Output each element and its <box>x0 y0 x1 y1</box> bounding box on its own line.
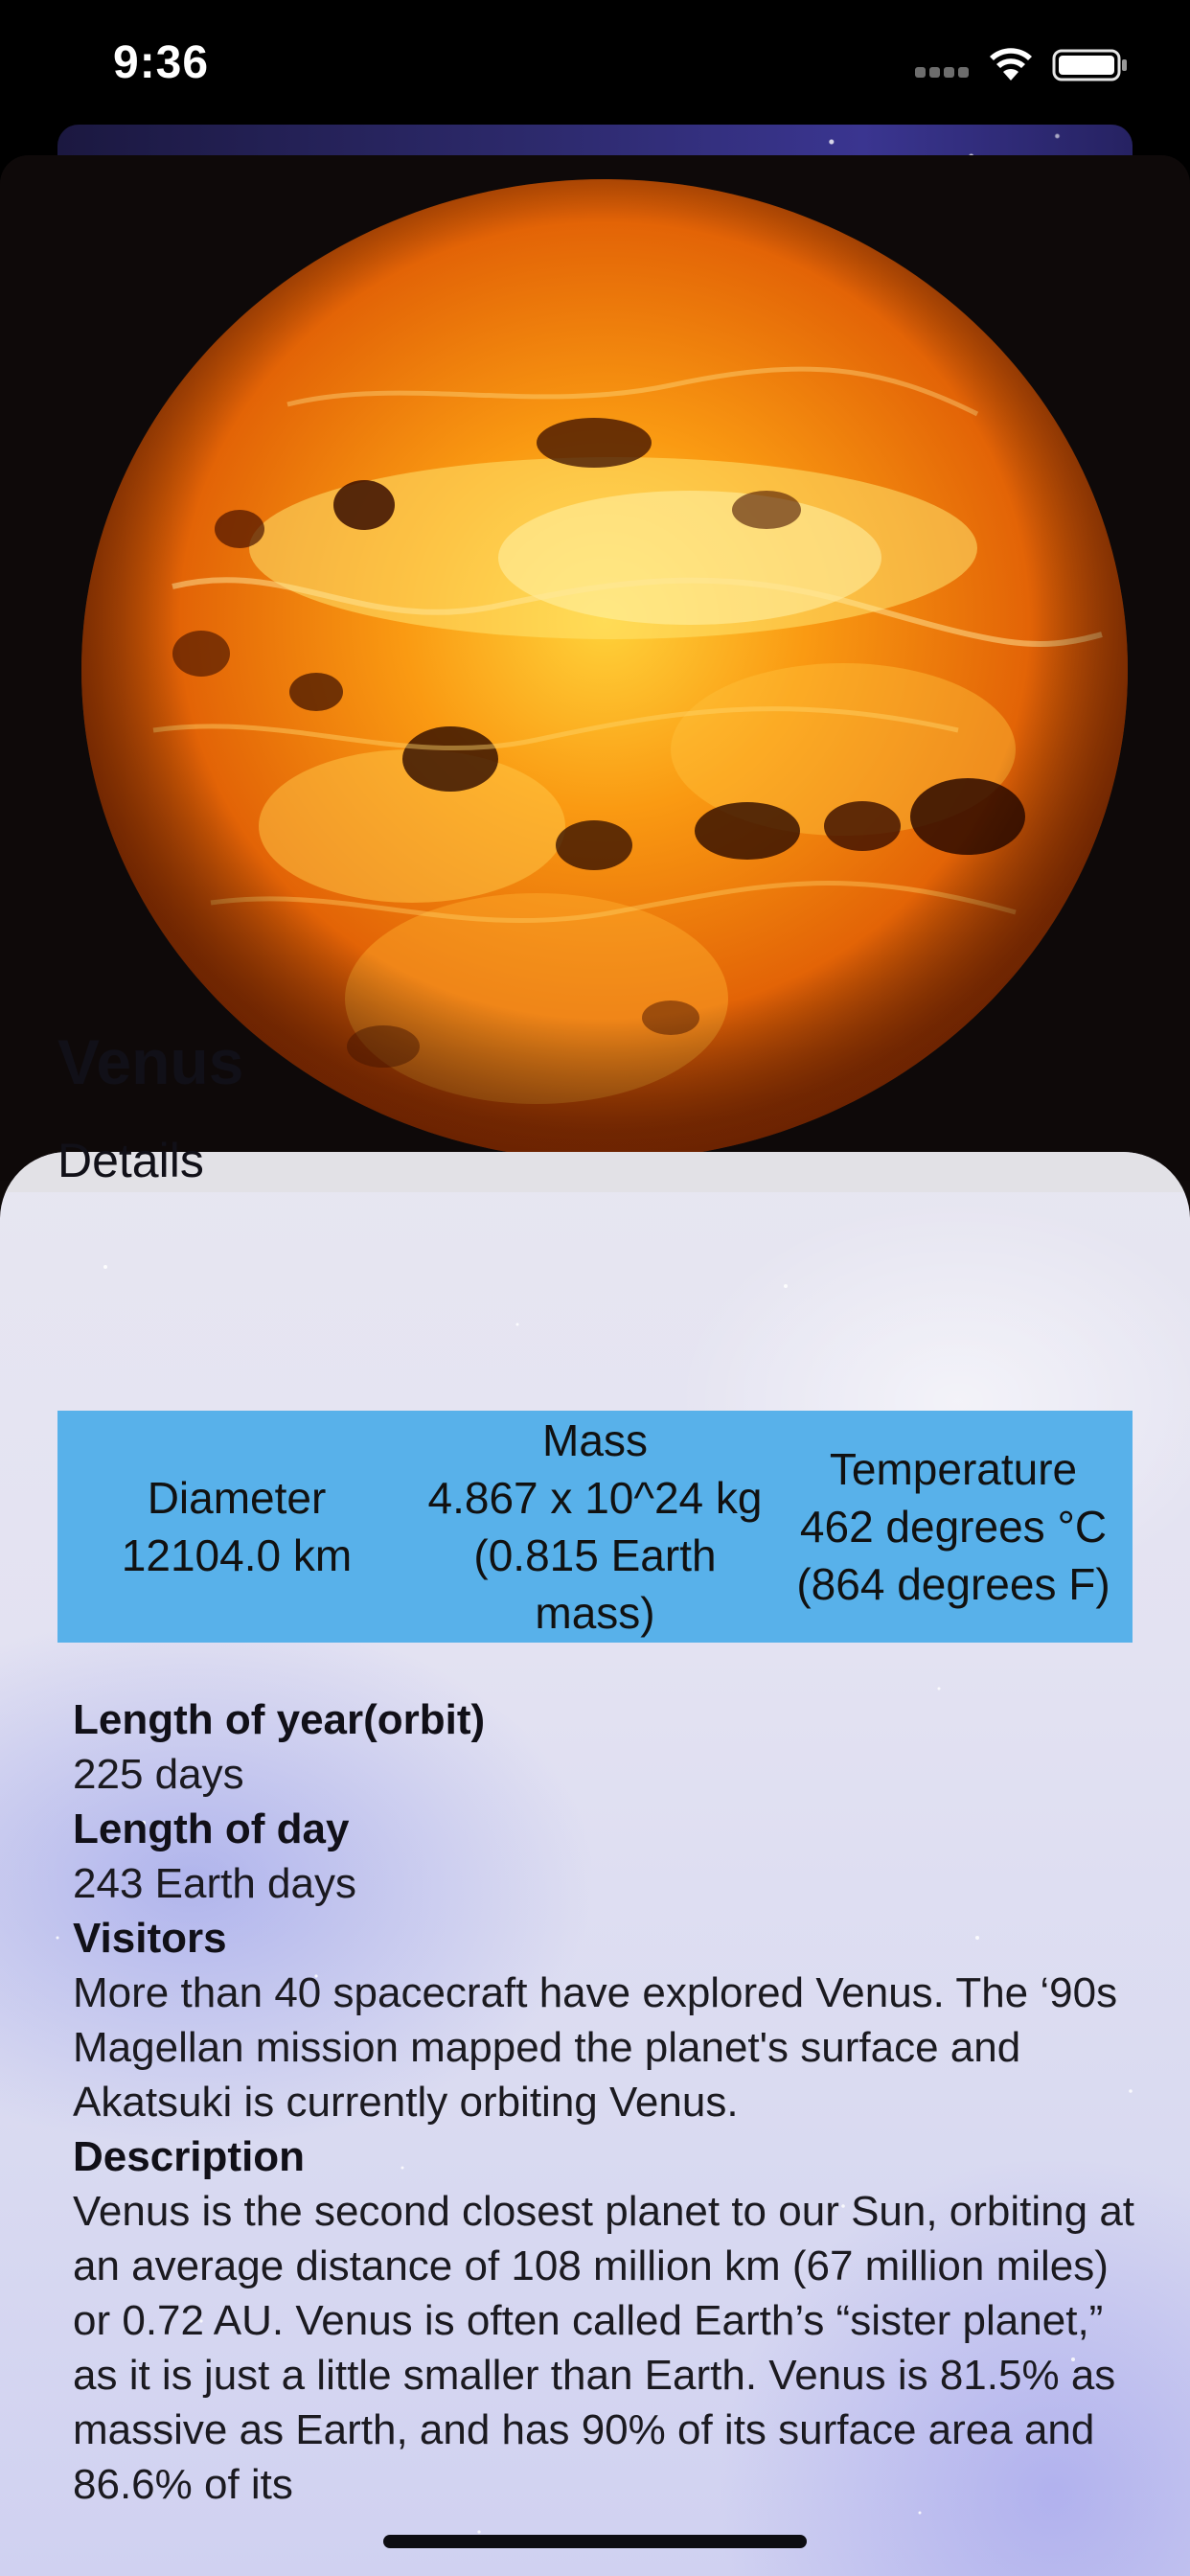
stat-value: 12104.0 km <box>121 1530 353 1580</box>
stat-value: 4.867 x 10^24 kg (0.815 Earth mass) <box>427 1473 763 1638</box>
stat-mass: Mass 4.867 x 10^24 kg (0.815 Earth mass) <box>416 1412 774 1642</box>
stats-row: Diameter 12104.0 km Mass 4.867 x 10^24 k… <box>57 1411 1133 1643</box>
home-indicator[interactable] <box>383 2535 807 2548</box>
stat-label: Temperature <box>829 1444 1078 1494</box>
stat-value: 462 degrees °C (864 degrees F) <box>796 1502 1110 1609</box>
stat-diameter: Diameter 12104.0 km <box>57 1469 416 1584</box>
status-bar: 9:36 <box>0 0 1190 125</box>
fact-label-visitors: Visitors <box>73 1915 227 1962</box>
planet-name: Venus <box>57 1026 244 1097</box>
status-time: 9:36 <box>113 37 210 88</box>
stat-temperature: Temperature 462 degrees °C (864 degrees … <box>774 1440 1133 1613</box>
stat-label: Diameter <box>147 1473 327 1523</box>
screen: 9:36 Venus Details Diameter 12104.0 km M… <box>0 0 1190 2576</box>
fact-label-year: Length of year(orbit) <box>73 1696 486 1743</box>
fact-value-visitors: More than 40 spacecraft have explored Ve… <box>73 1969 1118 2126</box>
fact-value-description: Venus is the second closest planet to ou… <box>73 2188 1135 2508</box>
facts-list: Length of year(orbit) 225 days Length of… <box>73 1692 1136 2512</box>
details-heading: Details <box>57 1134 204 1187</box>
battery-icon <box>1052 49 1127 81</box>
stat-label: Mass <box>542 1415 648 1465</box>
fact-label-day: Length of day <box>73 1806 350 1852</box>
fact-label-description: Description <box>73 2133 306 2180</box>
fact-value-year: 225 days <box>73 1751 244 1798</box>
wifi-icon <box>990 48 1032 80</box>
fact-value-day: 243 Earth days <box>73 1860 356 1907</box>
cellular-signal-icon <box>915 67 971 79</box>
